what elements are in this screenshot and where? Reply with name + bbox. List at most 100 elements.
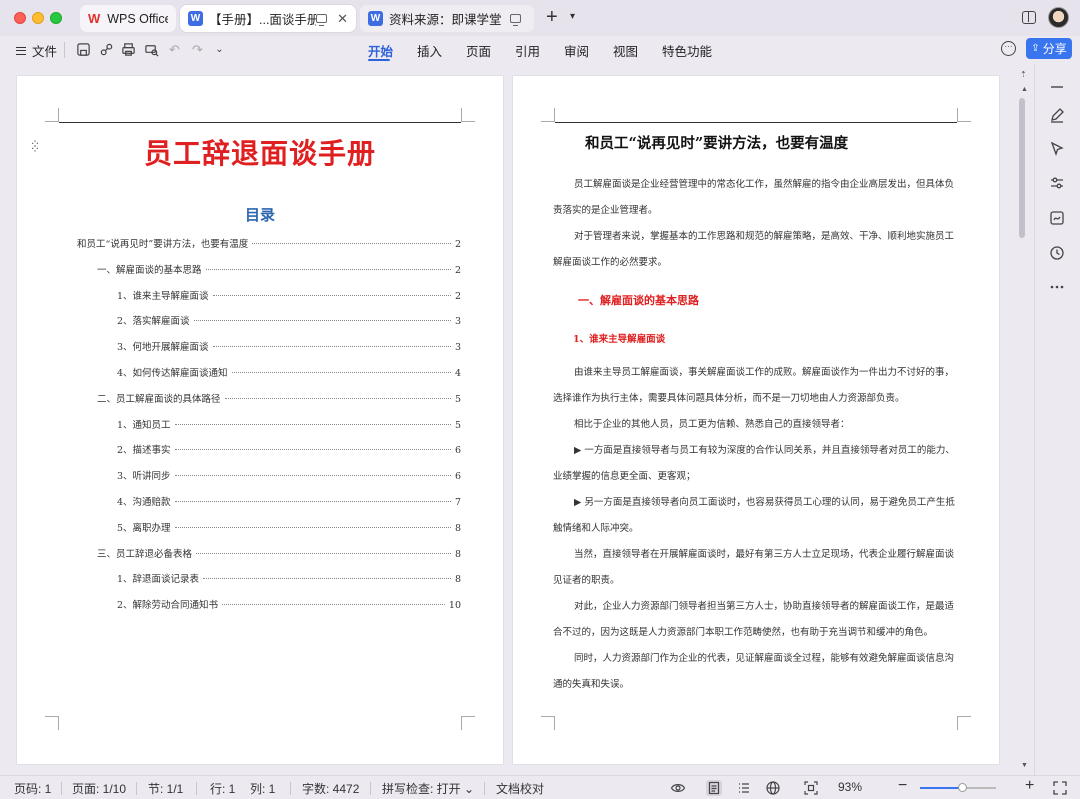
toc-entry[interactable]: 4、沟通赔款 7 — [117, 494, 461, 508]
fullscreen-icon[interactable] — [1052, 780, 1068, 796]
adjust-settings-icon[interactable] — [1048, 174, 1066, 192]
toc-entry[interactable]: 2、描述事实 6 — [117, 442, 461, 456]
signature-icon[interactable] — [1048, 209, 1066, 227]
zoom-slider-fill — [920, 787, 962, 789]
collapse-panel-icon[interactable] — [1048, 78, 1066, 96]
toc-entry[interactable]: 1、通知员工 5 — [117, 417, 461, 431]
paragraph: 对此，企业人力资源部门领导者担当第三方人士，协助直接领导者的解雇面谈工作，是最适… — [553, 601, 955, 638]
share-button[interactable]: ⇪ 分享 — [1026, 38, 1072, 59]
toc-entry[interactable]: 5、离职办理 8 — [117, 520, 461, 534]
toc-entry[interactable]: 1、谁来主导解雇面谈 2 — [117, 288, 461, 302]
more-options-icon[interactable] — [1048, 278, 1066, 296]
tab-home[interactable]: 开始 — [368, 41, 393, 60]
crop-mark — [461, 716, 475, 730]
toc-entry-page: 2 — [454, 239, 461, 250]
print-icon[interactable] — [121, 42, 136, 57]
toc-entry[interactable]: 4、如何传达解雇面谈通知 4 — [117, 365, 461, 379]
paragraph: 员工解雇面谈是企业经营管理中的常态化工作，虽然解雇的指令由企业高层发出，但具体负… — [553, 179, 955, 216]
tab-wps-office[interactable]: W WPS Office — [80, 5, 176, 32]
zoom-slider[interactable] — [920, 783, 996, 792]
close-tab-icon[interactable]: ✕ — [337, 11, 348, 27]
web-view-globe-icon[interactable] — [765, 780, 781, 796]
toc-leader-dots — [174, 526, 451, 528]
toc-leader-dots — [174, 423, 451, 425]
toc-entry-page: 5 — [454, 393, 461, 405]
tab-document-handbook[interactable]: W 【手册】...面谈手册 ✕ — [180, 5, 356, 32]
tab-document-source[interactable]: W 资料来源：即课学堂 — [360, 5, 534, 32]
toc-entry[interactable]: 一、解雇面谈的基本思路 2 — [97, 262, 461, 276]
vertical-scrollbar[interactable]: ⇡ ▲ ▼ — [1014, 64, 1034, 775]
toc-entry[interactable]: 2、解除劳动合同通知书 10 — [117, 597, 461, 611]
user-avatar[interactable] — [1048, 7, 1069, 28]
status-section[interactable]: 节: 1/1 — [148, 780, 183, 797]
page-view-icon[interactable] — [706, 780, 722, 796]
minimize-window-button[interactable] — [32, 12, 44, 24]
scroll-up-icon[interactable]: ▲ — [1021, 86, 1028, 93]
file-menu-button[interactable]: 文件 — [16, 41, 57, 60]
zoom-in-button[interactable]: + — [1025, 777, 1034, 795]
chevron-down-icon[interactable]: ⌄ — [212, 42, 227, 57]
tab-page[interactable]: 页面 — [466, 41, 491, 60]
toc-leader-dots — [212, 294, 451, 296]
share-link-icon[interactable] — [99, 42, 114, 57]
document-page-1[interactable]: ⁘ ⁘ 员工辞退面谈手册 目录 和员工“说再见时”要讲方法，也要有温度 2 一、解雇面… — [17, 76, 503, 764]
tab-special-features[interactable]: 特色功能 — [662, 41, 712, 60]
cursor-select-icon[interactable] — [1048, 140, 1066, 158]
zoom-level[interactable]: 93% — [838, 780, 862, 794]
toc-entry[interactable]: 3、何地开展解雇面谈 3 — [117, 339, 461, 353]
document-proofread-button[interactable]: 文档校对 — [496, 780, 544, 797]
crop-mark — [541, 716, 555, 730]
toc-entry[interactable]: 3、听讲同步 6 — [117, 468, 461, 482]
undo-icon[interactable]: ↶ — [167, 42, 182, 57]
scroll-top-icon[interactable]: ⇡ — [1020, 70, 1027, 79]
tab-view[interactable]: 视图 — [613, 41, 638, 60]
toc-entry-text: 1、辞退面谈记录表 — [117, 574, 200, 586]
status-bar: 页码: 1 页面: 1/10 节: 1/1 行: 1 列: 1 字数: 4472… — [0, 775, 1080, 799]
heading-level-2: 1、谁来主导解雇面谈 — [573, 334, 666, 345]
monitor-icon[interactable] — [316, 14, 328, 26]
fit-page-icon[interactable] — [803, 780, 819, 796]
zoom-out-button[interactable]: − — [898, 777, 907, 795]
main-toolbar: 文件 ↶ ↷ ⌄ 开始 插入 页面 引用 审阅 视图 特色功能 ··· ⇪ 分享 — [0, 36, 1080, 64]
toc-entry-page: 5 — [454, 419, 461, 431]
toc-entry-page: 2 — [454, 264, 461, 276]
document-workspace[interactable]: ⁘ ⁘ 员工辞退面谈手册 目录 和员工“说再见时”要讲方法，也要有温度 2 一、解雇面… — [0, 64, 1034, 775]
toc-entry[interactable]: 二、员工解雇面谈的具体路径 5 — [97, 391, 461, 405]
close-window-button[interactable] — [14, 12, 26, 24]
tab-insert[interactable]: 插入 — [417, 41, 442, 60]
history-icon[interactable] — [1048, 244, 1066, 262]
pen-edit-icon[interactable] — [1048, 106, 1066, 124]
document-page-2[interactable]: 和员工“说再见时”要讲方法，也要有温度 员工解雇面谈是企业经营管理中的常态化工作… — [513, 76, 999, 764]
chevron-down-icon[interactable]: ▾ — [570, 11, 575, 22]
redo-icon[interactable]: ↷ — [190, 42, 205, 57]
zoom-window-button[interactable] — [50, 12, 62, 24]
tab-review[interactable]: 审阅 — [564, 41, 589, 60]
paragraph: 由谁来主导员工解雇面谈，事关解雇面谈工作的成败。解雇面谈作为一件出力不讨好的事，… — [553, 367, 955, 404]
outline-view-icon[interactable] — [736, 780, 752, 796]
crop-mark — [45, 716, 59, 730]
new-tab-plus-icon[interactable]: + — [546, 7, 558, 27]
status-page-code[interactable]: 页码: 1 — [14, 780, 51, 797]
toc-entry[interactable]: 1、辞退面谈记录表 8 — [117, 571, 461, 585]
spell-check-toggle[interactable]: 拼写检查: 打开 ⌄ — [382, 780, 474, 797]
zoom-slider-knob[interactable] — [958, 783, 967, 792]
toc-entry[interactable]: 三、员工辞退必备表格 8 — [97, 546, 461, 560]
scroll-down-icon[interactable]: ▼ — [1021, 762, 1028, 769]
toc-entry[interactable]: 和员工“说再见时”要讲方法，也要有温度 2 — [77, 236, 461, 250]
toc-entry[interactable]: 2、落实解雇面谈 3 — [117, 313, 461, 327]
scrollbar-thumb[interactable] — [1019, 98, 1025, 238]
toc-entry-page: 8 — [454, 548, 461, 560]
monitor-icon[interactable] — [509, 14, 521, 26]
status-page-count[interactable]: 页面: 1/10 — [72, 780, 126, 797]
status-word-count[interactable]: 字数: 4472 — [302, 780, 359, 797]
toc-leader-dots — [174, 501, 451, 502]
save-icon[interactable] — [76, 42, 91, 57]
sidebar-toggle-icon[interactable] — [1022, 11, 1036, 24]
print-preview-icon[interactable] — [144, 42, 159, 57]
tab-references[interactable]: 引用 — [515, 41, 540, 60]
share-upload-icon: ⇪ — [1031, 43, 1040, 54]
toc-entry-text: 1、通知员工 — [117, 419, 171, 431]
comment-icon[interactable]: ··· — [1001, 41, 1016, 56]
eye-protection-icon[interactable] — [670, 780, 686, 796]
toc-entry-text: 2、描述事实 — [117, 445, 171, 457]
